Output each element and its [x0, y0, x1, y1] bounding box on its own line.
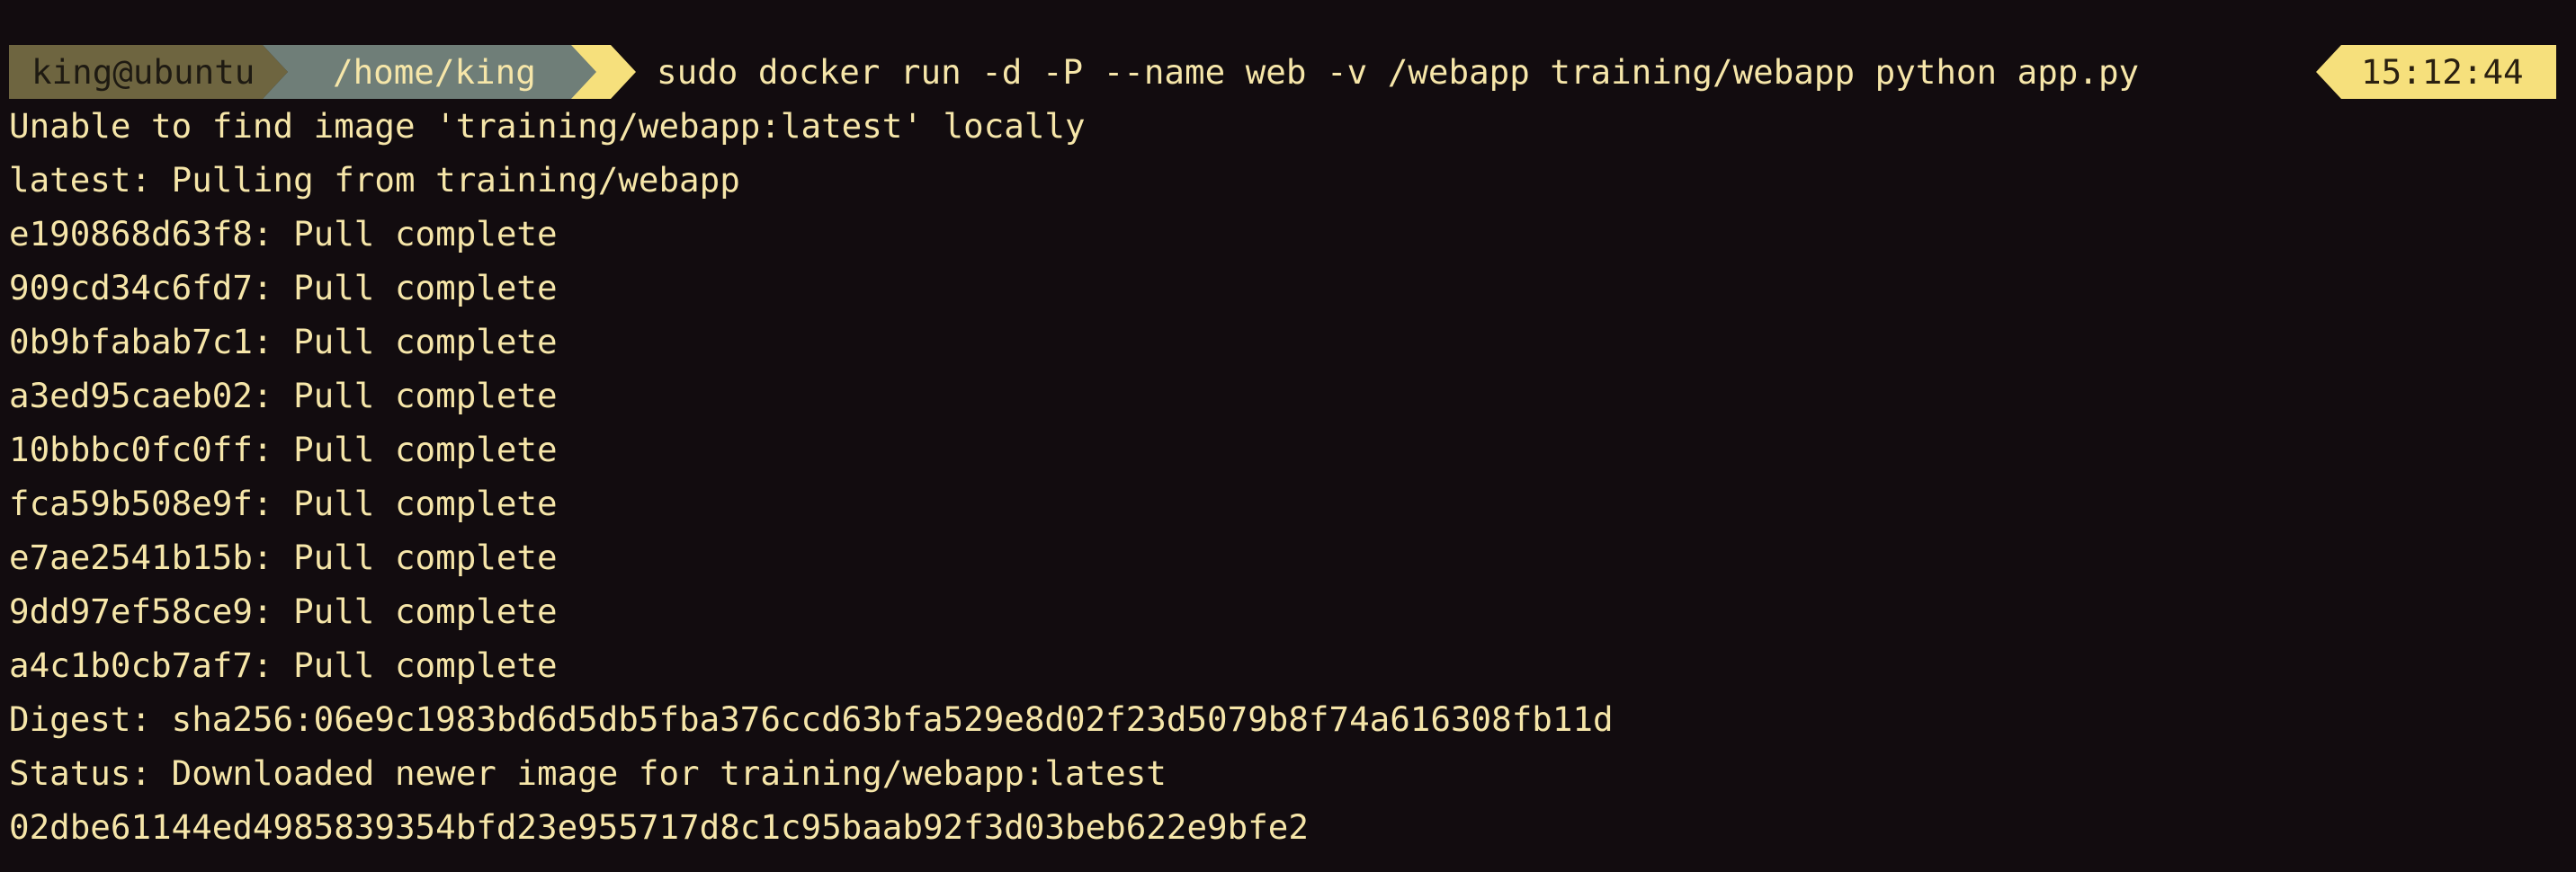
- command-output: Unable to find image 'training/webapp:la…: [9, 99, 1614, 854]
- output-line: a4c1b0cb7af7: Pull complete: [9, 645, 558, 685]
- output-line: e7ae2541b15b: Pull complete: [9, 538, 558, 577]
- output-line: Digest: sha256:06e9c1983bd6d5db5fba376cc…: [9, 699, 1614, 739]
- output-line: 10bbbc0fc0ff: Pull complete: [9, 430, 558, 469]
- output-line: latest: Pulling from training/webapp: [9, 160, 740, 200]
- output-line: Unable to find image 'training/webapp:la…: [9, 106, 1086, 146]
- prompt-line: king@ubuntu /home/king sudo docker run -…: [0, 45, 2576, 99]
- terminal-window[interactable]: king@ubuntu /home/king sudo docker run -…: [0, 0, 2576, 872]
- prompt-user-host: king@ubuntu: [9, 45, 288, 99]
- prompt-cwd: /home/king: [263, 45, 613, 99]
- output-line: 909cd34c6fd7: Pull complete: [9, 268, 558, 307]
- output-line: e190868d63f8: Pull complete: [9, 214, 558, 254]
- output-line: 02dbe61144ed4985839354bfd23e955717d8c1c9…: [9, 807, 1309, 847]
- output-line: 9dd97ef58ce9: Pull complete: [9, 592, 558, 631]
- output-line: a3ed95caeb02: Pull complete: [9, 376, 558, 415]
- output-line: fca59b508e9f: Pull complete: [9, 484, 558, 523]
- prompt-time: 15:12:44: [2316, 45, 2556, 99]
- command-text: sudo docker run -d -P --name web -v /web…: [657, 52, 2140, 92]
- output-line: Status: Downloaded newer image for train…: [9, 753, 1167, 793]
- output-line: 0b9bfabab7c1: Pull complete: [9, 322, 558, 361]
